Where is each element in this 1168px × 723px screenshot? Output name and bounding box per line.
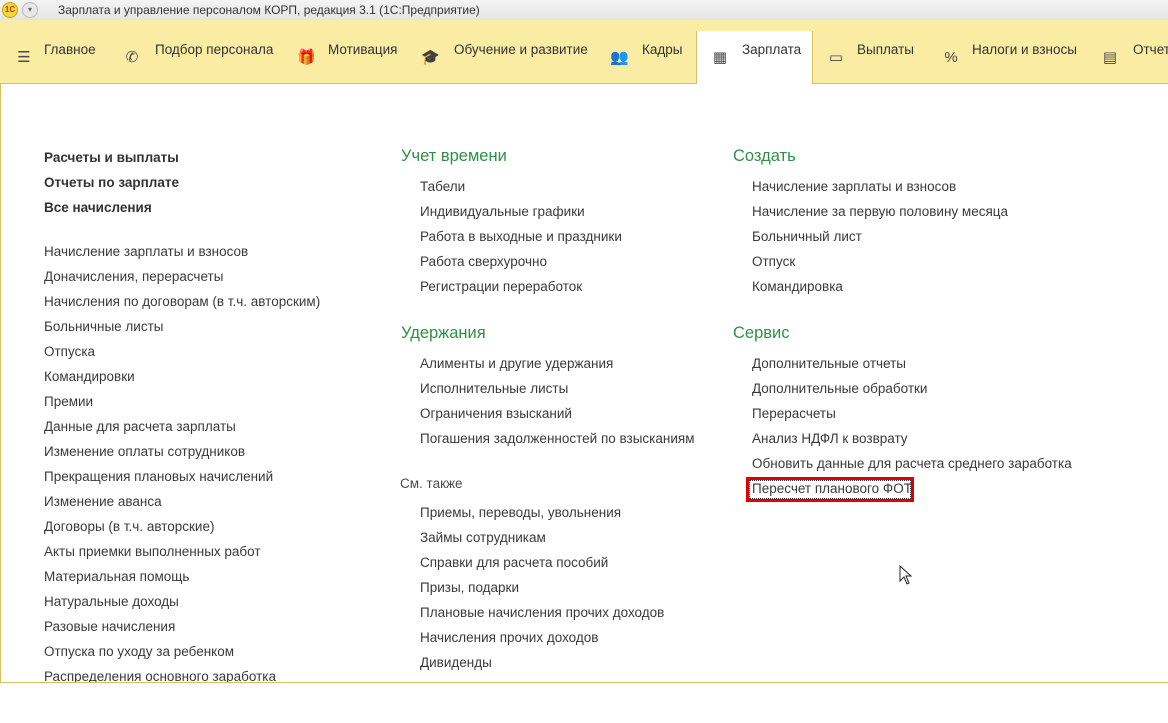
link-item[interactable]: Погашения задолженностей по взысканиям bbox=[420, 431, 694, 446]
content-border-bottom bbox=[0, 682, 1168, 683]
link-calculations-payments[interactable]: Расчеты и выплаты bbox=[44, 150, 179, 165]
section-reports[interactable]: ▤ Отчет bbox=[1091, 31, 1168, 83]
link-item[interactable]: Натуральные доходы bbox=[44, 594, 179, 609]
section-label: Главное bbox=[44, 42, 96, 57]
link-item[interactable]: Алименты и другие удержания bbox=[420, 356, 613, 371]
link-item[interactable]: Отпуска bbox=[44, 344, 95, 359]
link-item[interactable]: Индивидуальные графики bbox=[420, 204, 585, 219]
link-item[interactable]: Дополнительные обработки bbox=[752, 381, 927, 396]
link-item[interactable]: Материальная помощь bbox=[44, 569, 189, 584]
link-item[interactable]: Больничный лист bbox=[752, 229, 862, 244]
card-icon: ▭ bbox=[828, 49, 844, 66]
link-item[interactable]: Данные для расчета зарплаты bbox=[44, 419, 236, 434]
section-main[interactable]: ☰ Главное bbox=[0, 31, 108, 83]
link-item[interactable]: Премии bbox=[44, 394, 93, 409]
window-title-bar: 1С ▾ Зарплата и управление персоналом КО… bbox=[0, 0, 1168, 21]
group-title-deductions: Удержания bbox=[401, 324, 486, 342]
link-item[interactable]: Начисление за первую половину месяца bbox=[752, 204, 1008, 219]
content-border-left bbox=[0, 83, 1, 683]
link-item[interactable]: Доначисления, перерасчеты bbox=[44, 269, 223, 284]
link-all-accruals[interactable]: Все начисления bbox=[44, 200, 152, 215]
section-training[interactable]: 🎓 Обучение и развитие bbox=[405, 31, 600, 83]
link-recalc-planned-fot[interactable]: Пересчет планового ФОТ bbox=[752, 481, 912, 496]
section-label: Выплаты bbox=[857, 42, 914, 57]
section-label: Налоги и взносы bbox=[972, 42, 1077, 57]
section-label: Подбор персонала bbox=[155, 42, 274, 57]
link-item[interactable]: Разовые начисления bbox=[44, 619, 175, 634]
section-label: Обучение и развитие bbox=[454, 42, 588, 57]
link-item[interactable]: Плановые начисления прочих доходов bbox=[420, 605, 664, 620]
link-item[interactable]: Изменение оплаты сотрудников bbox=[44, 444, 245, 459]
group-title-service: Сервис bbox=[733, 324, 790, 342]
link-item[interactable]: Дополнительные отчеты bbox=[752, 356, 906, 371]
phone-icon: ✆ bbox=[125, 49, 139, 66]
section-label: Мотивация bbox=[328, 42, 398, 57]
hamburger-icon: ☰ bbox=[17, 49, 31, 66]
link-salary-reports[interactable]: Отчеты по зарплате bbox=[44, 175, 179, 190]
group-title-create: Создать bbox=[733, 147, 796, 165]
link-item[interactable]: Отпуска по уходу за ребенком bbox=[44, 644, 234, 659]
link-item[interactable]: Прекращения плановых начислений bbox=[44, 469, 273, 484]
graduation-cap-icon: 🎓 bbox=[421, 49, 440, 66]
section-payments[interactable]: ▭ Выплаты bbox=[813, 31, 931, 83]
link-item[interactable]: Работа сверхурочно bbox=[420, 254, 547, 269]
link-item[interactable]: Табели bbox=[420, 179, 465, 194]
link-item[interactable]: Обновить данные для расчета среднего зар… bbox=[752, 456, 1072, 471]
section-label: Зарплата bbox=[742, 42, 802, 57]
link-item[interactable]: Работа в выходные и праздники bbox=[420, 229, 622, 244]
section-label: Кадры bbox=[642, 42, 683, 57]
app-logo-icon[interactable]: 1С bbox=[2, 2, 18, 18]
link-item[interactable]: Распределения основного заработка bbox=[44, 669, 276, 682]
link-item[interactable]: Акты приемки выполненных работ bbox=[44, 544, 261, 559]
link-item[interactable]: Ограничения взысканий bbox=[420, 406, 572, 421]
link-item[interactable]: Начисления по договорам (в т.ч. авторски… bbox=[44, 294, 320, 309]
link-item[interactable]: Командировка bbox=[752, 279, 843, 294]
percent-icon: % bbox=[944, 49, 958, 66]
see-also-title: См. также bbox=[400, 476, 463, 491]
section-hr[interactable]: 👥 Кадры bbox=[600, 31, 696, 83]
link-item[interactable]: Начисление зарплаты и взносов bbox=[44, 244, 248, 259]
link-item[interactable]: Займы сотрудникам bbox=[420, 530, 546, 545]
section-salary[interactable]: ▦ Зарплата bbox=[696, 31, 813, 84]
link-item[interactable]: Исполнительные листы bbox=[420, 381, 568, 396]
section-label: Отчет bbox=[1133, 42, 1168, 57]
report-icon: ▤ bbox=[1102, 49, 1118, 66]
link-item[interactable]: Перерасчеты bbox=[752, 406, 836, 421]
link-item[interactable]: Командировки bbox=[44, 369, 135, 384]
sections-panel: ☰ Главное ✆ Подбор персонала 🎁 Мотивация… bbox=[0, 31, 1168, 84]
link-item[interactable]: Дивиденды bbox=[420, 655, 492, 670]
mouse-cursor-icon bbox=[899, 565, 913, 585]
link-item[interactable]: Начисление зарплаты и взносов bbox=[752, 179, 956, 194]
link-item[interactable]: Отпуск bbox=[752, 254, 795, 269]
group-title-time: Учет времени bbox=[401, 147, 507, 165]
window-title: Зарплата и управление персоналом КОРП, р… bbox=[58, 3, 480, 17]
link-item[interactable]: Регистрации переработок bbox=[420, 279, 582, 294]
main-menu-button[interactable]: ▾ bbox=[22, 2, 38, 18]
link-item[interactable]: Изменение аванса bbox=[44, 494, 162, 509]
link-item[interactable]: Справки для расчета пособий bbox=[420, 555, 608, 570]
people-icon: 👥 bbox=[610, 49, 629, 66]
link-item[interactable]: Призы, подарки bbox=[420, 580, 519, 595]
sections-top-strip bbox=[0, 20, 1168, 31]
link-item[interactable]: Договоры (в т.ч. авторские) bbox=[44, 519, 214, 534]
section-taxes[interactable]: % Налоги и взносы bbox=[931, 31, 1091, 83]
calculator-icon: ▦ bbox=[712, 49, 728, 66]
gift-icon: 🎁 bbox=[297, 49, 316, 66]
section-recruitment[interactable]: ✆ Подбор персонала bbox=[108, 31, 285, 83]
link-item[interactable]: Больничные листы bbox=[44, 319, 163, 334]
section-motivation[interactable]: 🎁 Мотивация bbox=[285, 31, 405, 83]
link-item[interactable]: Начисления прочих доходов bbox=[420, 630, 598, 645]
link-item[interactable]: Приемы, переводы, увольнения bbox=[420, 505, 621, 520]
link-item[interactable]: Анализ НДФЛ к возврату bbox=[752, 431, 908, 446]
